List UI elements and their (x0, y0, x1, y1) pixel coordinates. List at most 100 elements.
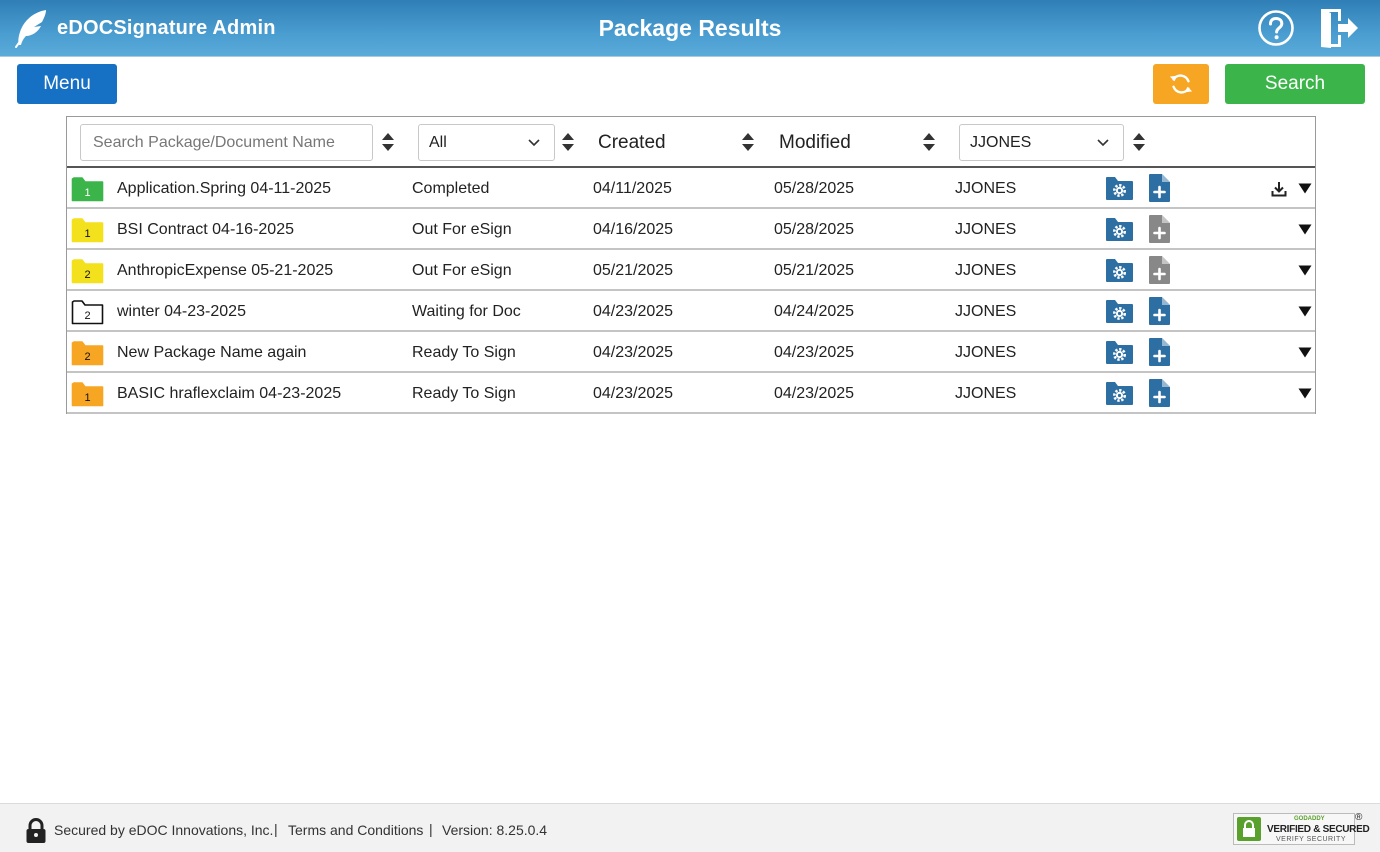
created-date: 04/23/2025 (593, 303, 674, 320)
owner-user: JJONES (955, 221, 1017, 238)
folder-settings-icon[interactable] (1105, 216, 1134, 242)
add-document-icon[interactable] (1148, 214, 1171, 244)
exit-door-icon (1321, 9, 1358, 48)
add-document-icon[interactable] (1148, 255, 1171, 285)
package-table: All Created Modified JJONES 1 Application… (66, 116, 1316, 414)
brand-title: eDOCSignature Admin (57, 17, 276, 39)
folder-count: 2 (84, 351, 90, 363)
refresh-button[interactable] (1153, 64, 1209, 104)
package-name[interactable]: New Package Name again (117, 344, 306, 362)
folder-settings-icon[interactable] (1105, 298, 1134, 324)
owner-user: JJONES (955, 262, 1017, 279)
help-circle-icon (1258, 10, 1294, 46)
folder-icon[interactable]: 1 (71, 175, 104, 202)
created-date: 05/21/2025 (593, 262, 674, 279)
owner-user: JJONES (955, 303, 1017, 320)
modified-header: Modified (779, 132, 851, 153)
table-row[interactable]: 1 BASIC hraflexclaim 04-23-2025 Ready To S… (67, 373, 1315, 414)
modified-date: 04/23/2025 (774, 344, 855, 361)
seal-lock-icon (1237, 817, 1261, 841)
security-seal[interactable]: GODADDY VERIFIED & SECURED VERIFY SECURI… (1233, 813, 1370, 845)
package-name[interactable]: winter 04-23-2025 (117, 303, 246, 321)
expand-row-icon[interactable] (1298, 347, 1312, 358)
table-row[interactable]: 1 Application.Spring 04-11-2025 Completed 0… (67, 168, 1315, 209)
expand-row-icon[interactable] (1298, 224, 1312, 235)
owner-user: JJONES (955, 344, 1017, 361)
folder-settings-icon[interactable] (1105, 339, 1134, 365)
sort-status-icon[interactable] (561, 132, 575, 152)
seal-verified: VERIFIED & SECURED (1267, 824, 1370, 835)
folder-settings-icon[interactable] (1105, 257, 1134, 283)
status-filter-select[interactable]: All (418, 124, 555, 161)
folder-icon[interactable]: 1 (71, 216, 104, 243)
chevron-down-icon (1097, 139, 1109, 147)
folder-icon[interactable]: 2 (71, 339, 104, 366)
menu-button[interactable]: Menu (17, 64, 117, 104)
modified-date: 04/24/2025 (774, 303, 855, 320)
expand-row-icon[interactable] (1298, 183, 1312, 194)
created-date: 04/16/2025 (593, 221, 674, 238)
brand-logo (12, 8, 50, 48)
folder-icon[interactable]: 2 (71, 257, 104, 284)
add-document-icon[interactable] (1148, 173, 1171, 203)
seal-brand: GODADDY (1294, 816, 1325, 822)
package-status: Ready To Sign (412, 385, 516, 402)
search-input[interactable] (80, 124, 373, 161)
chevron-down-icon (528, 139, 540, 147)
exit-button[interactable] (1318, 7, 1360, 49)
app-footer: Secured by eDOC Innovations, Inc. | Term… (0, 803, 1380, 852)
folder-count: 1 (84, 228, 90, 240)
user-filter-value: JJONES (970, 133, 1032, 151)
folder-count: 2 (84, 310, 90, 322)
created-date: 04/11/2025 (593, 180, 672, 197)
package-name[interactable]: BASIC hraflexclaim 04-23-2025 (117, 385, 341, 403)
seal-registered-mark: ® (1355, 812, 1363, 823)
add-document-icon[interactable] (1148, 296, 1171, 326)
table-row[interactable]: 1 BSI Contract 04-16-2025 Out For eSign 04/… (67, 209, 1315, 250)
folder-icon[interactable]: 2 (71, 298, 104, 325)
modified-date: 05/28/2025 (774, 180, 855, 197)
modified-date: 04/23/2025 (774, 385, 855, 402)
folder-settings-icon[interactable] (1105, 175, 1134, 201)
footer-separator: | (274, 821, 278, 837)
terms-link[interactable]: Terms and Conditions (288, 822, 423, 838)
refresh-icon (1169, 74, 1193, 94)
created-header: Created (598, 132, 666, 153)
package-name[interactable]: BSI Contract 04-16-2025 (117, 221, 294, 239)
user-filter-select[interactable]: JJONES (959, 124, 1124, 161)
sort-name-icon[interactable] (381, 132, 395, 152)
created-date: 04/23/2025 (593, 385, 674, 402)
modified-date: 05/21/2025 (774, 262, 855, 279)
package-status: Out For eSign (412, 262, 512, 279)
folder-settings-icon[interactable] (1105, 380, 1134, 406)
help-button[interactable] (1257, 9, 1295, 47)
sort-created-icon[interactable] (741, 132, 755, 152)
download-icon[interactable] (1271, 181, 1287, 197)
package-name[interactable]: AnthropicExpense 05-21-2025 (117, 262, 333, 280)
package-status: Out For eSign (412, 221, 512, 238)
search-button[interactable]: Search (1225, 64, 1365, 104)
table-row[interactable]: 2 New Package Name again Ready To Sign 04/2… (67, 332, 1315, 373)
expand-row-icon[interactable] (1298, 306, 1312, 317)
folder-count: 1 (84, 187, 90, 199)
seal-verify: VERIFY SECURITY (1276, 836, 1346, 843)
sort-modified-icon[interactable] (922, 132, 936, 152)
feather-icon (15, 10, 46, 48)
lock-icon (26, 818, 46, 843)
table-row[interactable]: 2 AnthropicExpense 05-21-2025 Out For eSig… (67, 250, 1315, 291)
folder-icon[interactable]: 1 (71, 380, 104, 407)
status-filter-value: All (429, 133, 447, 151)
expand-row-icon[interactable] (1298, 265, 1312, 276)
package-status: Waiting for Doc (412, 303, 521, 320)
app-header: eDOCSignature Admin Package Results (0, 0, 1380, 57)
sort-user-icon[interactable] (1132, 132, 1146, 152)
package-status: Completed (412, 180, 490, 197)
owner-user: JJONES (955, 180, 1017, 197)
add-document-icon[interactable] (1148, 378, 1171, 408)
table-row[interactable]: 2 winter 04-23-2025 Waiting for Doc 04/23/2… (67, 291, 1315, 332)
add-document-icon[interactable] (1148, 337, 1171, 367)
package-status: Ready To Sign (412, 344, 516, 361)
version-text: Version: 8.25.0.4 (442, 822, 548, 838)
expand-row-icon[interactable] (1298, 388, 1312, 399)
package-name[interactable]: Application.Spring 04-11-2025 (117, 180, 331, 198)
